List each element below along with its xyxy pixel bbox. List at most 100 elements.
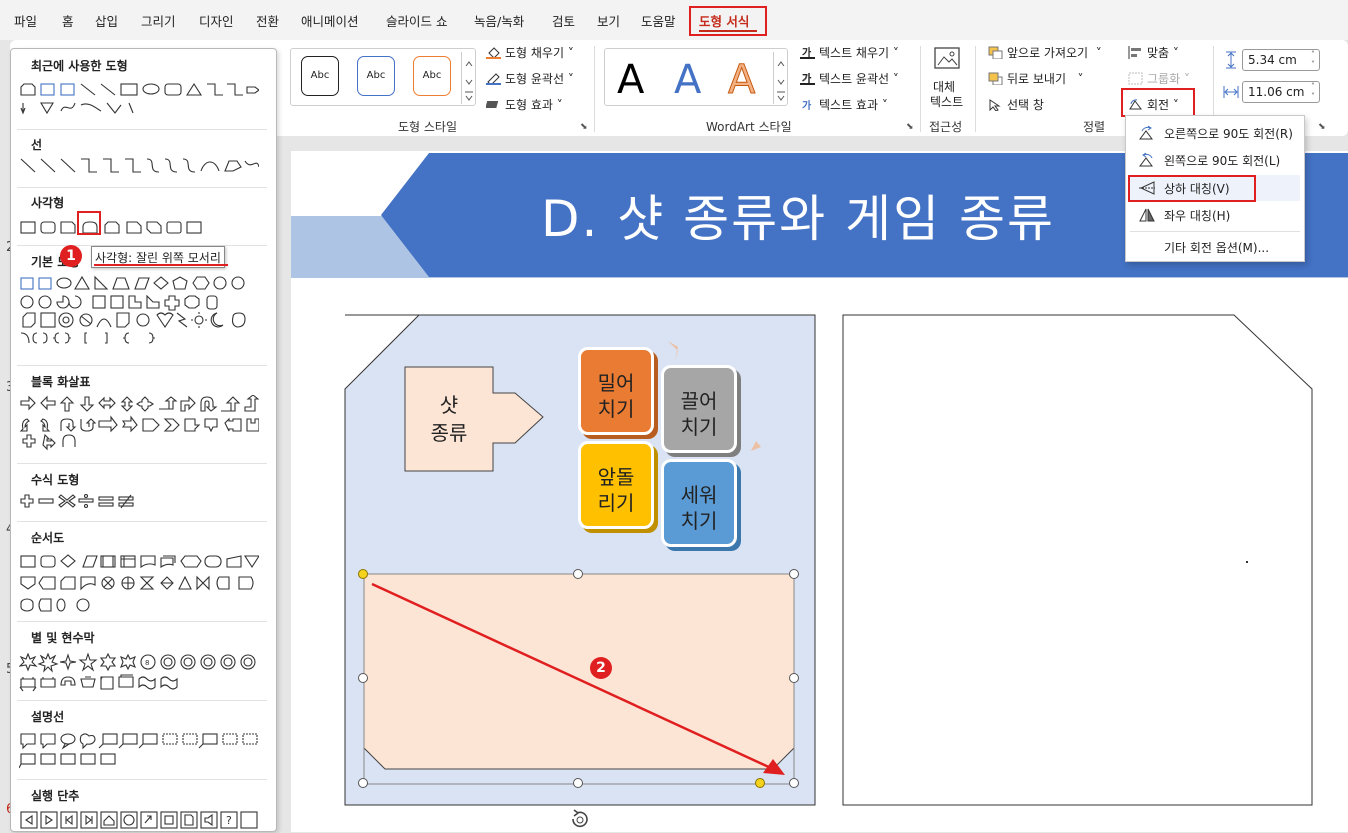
- cube-push[interactable]: 밀어 치기: [578, 347, 654, 435]
- shape-effects-button[interactable]: 도형 효과 ˅: [485, 96, 563, 113]
- shape-style-2[interactable]: Abc: [357, 56, 395, 96]
- gallery-scroll[interactable]: [461, 52, 475, 104]
- step-badge-2: 2: [590, 657, 612, 679]
- section-stars-banners: 별 및 현수막: [31, 631, 95, 645]
- wordart-style-3[interactable]: A: [727, 56, 755, 104]
- section-block-arrows: 블록 화살표: [31, 375, 91, 389]
- shot-type-arrow-box[interactable]: 샷 종류: [419, 391, 479, 447]
- text-outline-button[interactable]: 가 텍스트 윤곽선 ˅: [800, 70, 899, 87]
- flip-horizontal-icon: [1138, 207, 1156, 223]
- tab-animations[interactable]: 애니메이션: [301, 11, 359, 30]
- width-value: 11.06 cm: [1248, 85, 1305, 99]
- dialog-launcher-icon[interactable]: ⬊: [580, 122, 588, 132]
- align-button[interactable]: 맞춤 ˅: [1128, 44, 1179, 61]
- selection-pane-label: 선택 창: [1007, 98, 1044, 112]
- section-rectangles: 사각형: [31, 196, 65, 210]
- wordart-gallery-scroll[interactable]: [773, 52, 787, 104]
- menu-flip-horizontal[interactable]: 좌우 대칭(H): [1164, 207, 1230, 224]
- shape-outline-button[interactable]: 도형 윤곽선 ˅: [486, 70, 574, 87]
- tab-recording[interactable]: 녹음/녹화: [474, 11, 524, 30]
- dialog-launcher-icon[interactable]: ⬊: [1318, 122, 1326, 132]
- selection-pane-button[interactable]: 선택 창: [988, 96, 1044, 113]
- selection-pane-icon: [988, 98, 1003, 112]
- resize-handle-top[interactable]: [573, 569, 583, 579]
- wordart-style-2[interactable]: A: [674, 56, 701, 104]
- shape-fill-label: 도형 채우기: [505, 46, 565, 60]
- rotation-handle-icon[interactable]: [568, 808, 590, 830]
- text-effects-button[interactable]: 가 텍스트 효과 ˅: [800, 96, 888, 113]
- cube-draw[interactable]: 끌어 치기: [661, 365, 737, 453]
- alt-text-icon[interactable]: [932, 46, 964, 76]
- shape-row-stars[interactable]: 8: [19, 653, 259, 692]
- cube-draw-line2: 치기: [680, 415, 718, 439]
- tab-help[interactable]: 도움말: [641, 11, 676, 30]
- bring-forward-button[interactable]: 앞으로 가져오기 ˅: [988, 44, 1102, 61]
- alt-text-label-2[interactable]: 텍스트: [930, 93, 963, 110]
- adjust-handle[interactable]: [755, 778, 765, 788]
- group-label-wordart: WordArt 스타일: [706, 120, 792, 134]
- resize-handle-right[interactable]: [789, 673, 799, 683]
- cube-masse-line2: 치기: [680, 509, 718, 533]
- shape-row-block-arrows[interactable]: [19, 395, 259, 451]
- shape-fill-button[interactable]: 도형 채우기 ˅: [486, 44, 574, 61]
- shape-row-recent[interactable]: [19, 81, 259, 115]
- highlight-box-shape-format: [689, 6, 767, 36]
- menu-rotate-right-90[interactable]: 오른쪽으로 90도 회전(R): [1164, 125, 1293, 142]
- tab-design[interactable]: 디자인: [199, 11, 234, 30]
- shape-row-flowchart[interactable]: [19, 553, 259, 612]
- ribbon-separator: [975, 46, 976, 132]
- menu-rotate-left-90[interactable]: 왼쪽으로 90도 회전(L): [1164, 152, 1280, 169]
- shape-row-basic[interactable]: [19, 275, 259, 344]
- text-fill-button[interactable]: 가 텍스트 채우기 ˅: [800, 44, 899, 61]
- tab-draw[interactable]: 그리기: [141, 11, 176, 30]
- dialog-launcher-icon[interactable]: ⬊: [906, 122, 914, 132]
- menu-divider: [1130, 231, 1300, 232]
- shape-row-action-buttons[interactable]: ?: [19, 811, 269, 829]
- resize-handle-bottom[interactable]: [573, 778, 583, 788]
- section-recent-shapes: 최근에 사용한 도형: [31, 59, 128, 73]
- width-field[interactable]: 11.06 cm ˄ ˅: [1242, 81, 1320, 103]
- rotate-right-icon: [1138, 125, 1156, 141]
- tab-transitions[interactable]: 전환: [256, 11, 279, 30]
- wordart-style-1[interactable]: A: [617, 56, 644, 104]
- shape-style-1[interactable]: Abc: [301, 56, 339, 96]
- resize-handle-top-right[interactable]: [789, 569, 799, 579]
- tab-slideshow[interactable]: 슬라이드 쇼: [386, 11, 447, 30]
- cube-push-line2: 치기: [597, 397, 635, 421]
- resize-handle-left[interactable]: [358, 673, 368, 683]
- resize-handle-bottom-right[interactable]: [789, 778, 799, 788]
- divider: [17, 700, 267, 701]
- tab-insert[interactable]: 삽입: [95, 11, 118, 30]
- shape-row-equation[interactable]: [19, 493, 159, 511]
- slide-title[interactable]: D. 샷 종류와 게임 종류: [541, 179, 1055, 251]
- height-icon: [1223, 51, 1239, 69]
- shape-row-rectangles[interactable]: [19, 219, 219, 237]
- tab-home[interactable]: 홈: [62, 11, 74, 30]
- section-action-buttons: 실행 단추: [31, 789, 80, 803]
- svg-text:?: ?: [226, 814, 232, 827]
- shape-row-lines[interactable]: [19, 157, 259, 175]
- shape-style-3[interactable]: Abc: [413, 56, 451, 96]
- highlight-box-flip-vertical: [1128, 175, 1256, 202]
- menu-bar: 파일 홈 삽입 그리기 디자인 전환 애니메이션 슬라이드 쇼 녹음/녹화 검토…: [0, 0, 1348, 40]
- group-label: 그룹화: [1147, 72, 1181, 86]
- ribbon-separator: [920, 46, 921, 132]
- resize-handle-bottom-left[interactable]: [358, 778, 368, 788]
- align-icon: [1128, 46, 1143, 59]
- send-backward-button[interactable]: 뒤로 보내기 ˅: [988, 70, 1083, 87]
- dot: [1246, 561, 1248, 563]
- tab-file[interactable]: 파일: [14, 11, 37, 30]
- menu-more-rotation-options[interactable]: 기타 회전 옵션(M)...: [1164, 239, 1269, 256]
- tab-view[interactable]: 보기: [597, 11, 620, 30]
- divider: [17, 129, 267, 130]
- shape-row-callouts[interactable]: [19, 732, 259, 769]
- tab-review[interactable]: 검토: [552, 11, 575, 30]
- cube-massé[interactable]: 세워 치기: [661, 459, 737, 547]
- text-outline-icon: 가: [800, 72, 815, 85]
- step-badge-1: 1: [60, 245, 82, 267]
- svg-text:가: 가: [802, 99, 812, 111]
- section-lines: 선: [31, 138, 43, 152]
- adjust-handle[interactable]: [358, 569, 368, 579]
- height-field[interactable]: 5.34 cm ˄ ˅: [1242, 49, 1320, 71]
- cube-follow[interactable]: 앞돌 리기: [578, 441, 654, 529]
